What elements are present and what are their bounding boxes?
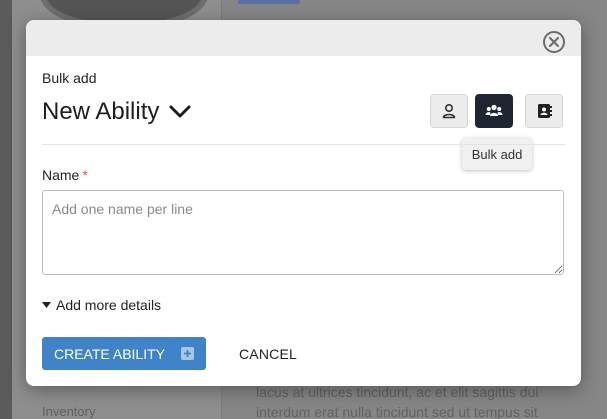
- modal-title: New Ability: [42, 98, 160, 125]
- plus-square-icon: [181, 347, 194, 360]
- name-textarea[interactable]: [42, 190, 564, 275]
- modal-header: [26, 20, 581, 56]
- background-text-line: lacus at ultrices tincidunt, ac et elit …: [256, 384, 539, 400]
- cancel-button[interactable]: CANCEL: [239, 337, 297, 370]
- users-icon: [485, 104, 503, 116]
- caret-down-icon: [42, 301, 51, 308]
- bulk-add-button[interactable]: [475, 94, 513, 128]
- address-book-icon: [538, 104, 552, 118]
- entity-type-dropdown[interactable]: New Ability: [42, 98, 191, 126]
- background-chip: [238, 0, 300, 4]
- background-text: lacus at ultrices tincidunt, ac et elit …: [256, 382, 576, 419]
- close-button[interactable]: [543, 31, 565, 53]
- name-field-label: Name *: [42, 167, 88, 183]
- close-icon: [549, 37, 559, 47]
- bulk-add-tooltip: Bulk add: [462, 138, 532, 170]
- chevron-down-icon: [169, 105, 191, 118]
- divider: [42, 144, 565, 145]
- modal-subtitle: Bulk add: [42, 70, 97, 86]
- name-label-text: Name: [42, 167, 80, 183]
- template-add-button[interactable]: [525, 94, 563, 128]
- background-sidebar-item: Inventory: [42, 404, 96, 419]
- background-left-strip: [0, 0, 12, 419]
- bulk-add-modal: Bulk add New Ability Bulk add Name * Add…: [26, 20, 581, 386]
- add-more-details-toggle[interactable]: Add more details: [42, 297, 161, 313]
- user-icon: [442, 103, 456, 119]
- background-text-line: interdum erat nulla tincidunt sed ut tem…: [256, 404, 538, 419]
- add-more-details-label: Add more details: [56, 297, 162, 313]
- create-ability-label: CREATE ABILITY: [54, 345, 165, 362]
- create-ability-button[interactable]: CREATE ABILITY: [42, 337, 206, 370]
- required-marker: *: [82, 167, 88, 183]
- single-add-button[interactable]: [430, 94, 468, 128]
